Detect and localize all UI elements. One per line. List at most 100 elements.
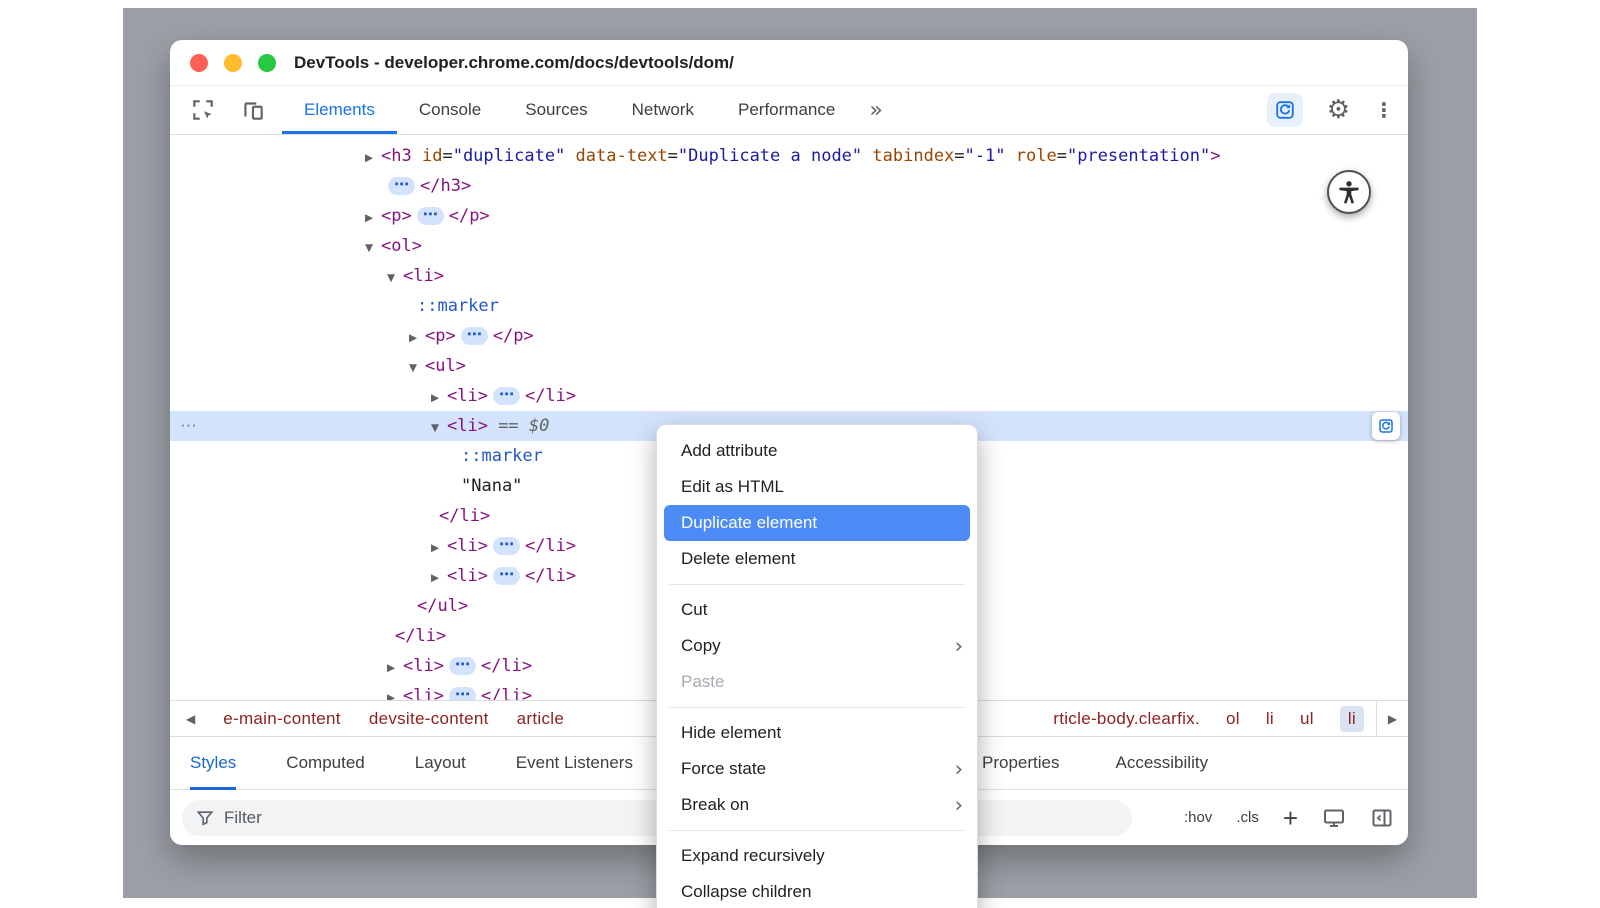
tree-row[interactable]: ::marker [170,291,1408,321]
inline-expand-icon[interactable]: ⋯ [449,657,476,675]
tree-row[interactable]: ▶<p>⋯</p> [170,201,1408,231]
tab-sources[interactable]: Sources [503,86,609,134]
breadcrumb-item-ol[interactable]: ol [1226,709,1240,729]
breadcrumb-item-e-main-content[interactable]: e-main-content [223,709,341,729]
breadcrumb-scroll-left-icon[interactable]: ◀ [186,712,195,726]
breadcrumb-item-article[interactable]: article [517,709,564,729]
code-token: ::marker [461,446,543,466]
chevron-down-icon[interactable]: ▼ [431,413,447,443]
zoom-window-button[interactable] [258,54,276,72]
code-token: </li> [525,566,576,586]
code-token: <li> [447,416,488,436]
breadcrumb-scroll-right-icon[interactable]: ▶ [1376,701,1408,736]
code-token: == $0 [488,416,549,436]
code-token: = [668,146,678,166]
device-toolbar-icon[interactable] [240,97,266,123]
tab-accessibility[interactable]: Accessibility [1115,737,1208,790]
chevron-right-icon[interactable]: ▶ [431,533,447,563]
close-window-button[interactable] [190,54,208,72]
menu-item-collapse-children[interactable]: Collapse children [657,874,977,908]
minimize-window-button[interactable] [224,54,242,72]
sidebar-toggle-icon[interactable] [1370,806,1394,830]
style-editor-icon[interactable] [1322,806,1346,830]
breadcrumb-item-ul[interactable]: ul [1300,709,1314,729]
chevron-right-icon[interactable]: ▶ [387,653,403,683]
code-token [1006,146,1016,166]
styles-toolbar-right: :hov .cls + [1184,805,1394,831]
tab-network[interactable]: Network [610,86,716,134]
tab-computed[interactable]: Computed [286,737,364,790]
chevron-down-icon[interactable]: ▼ [387,263,403,293]
new-style-rule-button[interactable]: + [1283,805,1298,831]
element-classes-button[interactable]: .cls [1236,809,1259,826]
kebab-menu-icon[interactable]: ⋮ [1374,100,1394,120]
code-token: "presentation" [1067,146,1210,166]
chevron-right-icon[interactable]: ▶ [387,683,403,700]
code-token [862,146,872,166]
styles-tabs-right: Properties Accessibility [982,737,1208,789]
tab-styles[interactable]: Styles [190,737,236,790]
tree-row[interactable]: ▶<p>⋯</p> [170,321,1408,351]
tab-layout[interactable]: Layout [415,737,466,790]
chevron-right-icon[interactable]: ▶ [431,563,447,593]
more-tabs-icon[interactable]: » [857,86,894,134]
chevron-right-icon[interactable]: ▶ [365,143,381,173]
chevron-down-icon[interactable]: ▼ [409,353,425,383]
menu-item-expand-recursively[interactable]: Expand recursively [657,838,977,874]
code-token: tabindex [872,146,954,166]
menu-separator [669,584,965,585]
inspect-element-icon[interactable] [190,97,216,123]
inline-expand-icon[interactable]: ⋯ [417,207,444,225]
menu-item-duplicate-element[interactable]: Duplicate element [664,505,970,541]
tab-console[interactable]: Console [397,86,503,134]
chevron-down-icon[interactable]: ▼ [365,233,381,263]
code-token: = [954,146,964,166]
inline-expand-icon[interactable]: ⋯ [493,567,520,585]
inline-expand-icon[interactable]: ⋯ [461,327,488,345]
breadcrumb-item-li[interactable]: li [1266,709,1274,729]
tree-row[interactable]: ▼<ol> [170,231,1408,261]
tree-row[interactable]: ▶<li>⋯</li> [170,381,1408,411]
chevron-right-icon[interactable]: ▶ [365,203,381,233]
breadcrumb-item-rticle-body-clearfix-[interactable]: rticle-body.clearfix. [1053,709,1200,729]
menu-item-copy[interactable]: Copy› [657,628,977,664]
tree-row[interactable]: ▼<ul> [170,351,1408,381]
tab-properties[interactable]: Properties [982,737,1059,790]
toggle-element-state-button[interactable]: :hov [1184,809,1212,826]
menu-item-cut[interactable]: Cut [657,592,977,628]
accessibility-overlay-button[interactable] [1327,170,1371,214]
tree-row[interactable]: ▶<h3 id="duplicate" data-text="Duplicate… [170,141,1408,171]
menu-item-hide-element[interactable]: Hide element [657,715,977,751]
menu-item-break-on[interactable]: Break on› [657,787,977,823]
code-token: = [1057,146,1067,166]
context-menu: Add attributeEdit as HTMLDuplicate eleme… [656,424,978,908]
menu-item-paste: Paste [657,664,977,700]
inline-expand-icon[interactable]: ⋯ [449,687,476,700]
chevron-right-icon[interactable]: ▶ [431,383,447,413]
inline-expand-icon[interactable]: ⋯ [493,387,520,405]
inline-expand-icon[interactable]: ⋯ [493,537,520,555]
breadcrumb-item-devsite-content[interactable]: devsite-content [369,709,489,729]
row-options-icon[interactable]: ⋯ [180,411,197,441]
tab-event-listeners[interactable]: Event Listeners [516,737,633,790]
settings-gear-icon[interactable]: ⚙ [1327,97,1350,123]
tree-row[interactable]: ▼<li> [170,261,1408,291]
toolbar-right-icons: ⚙ ⋮ [1267,86,1394,134]
menu-item-force-state[interactable]: Force state› [657,751,977,787]
menu-item-edit-as-html[interactable]: Edit as HTML [657,469,977,505]
inline-expand-icon[interactable]: ⋯ [388,177,415,195]
scroll-into-view-badge-icon[interactable] [1372,412,1400,440]
menu-item-add-attribute[interactable]: Add attribute [657,433,977,469]
code-token: <ul> [425,356,466,376]
chevron-right-icon[interactable]: ▶ [409,323,425,353]
tree-row[interactable]: ⋯</h3> [170,171,1408,201]
code-token: </ul> [417,596,468,616]
code-token: <ol> [381,236,422,256]
tab-elements[interactable]: Elements [282,86,397,134]
breadcrumb-item-li-selected[interactable]: li [1340,706,1364,732]
code-token: <li> [403,656,444,676]
code-token: "-1" [965,146,1006,166]
focus-page-icon[interactable] [1267,93,1303,127]
tab-performance[interactable]: Performance [716,86,857,134]
menu-item-delete-element[interactable]: Delete element [657,541,977,577]
